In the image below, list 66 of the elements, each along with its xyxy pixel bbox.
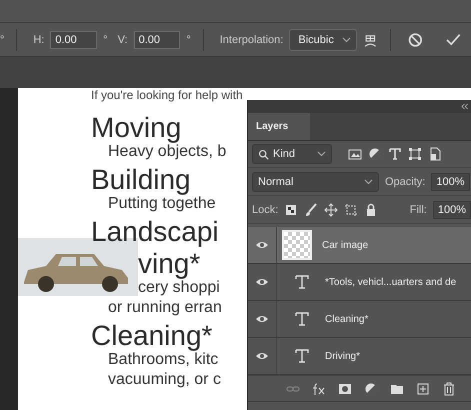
section-heading: Building: [91, 164, 191, 195]
fx-icon[interactable]: [312, 382, 326, 396]
filter-dropdown[interactable]: Kind: [252, 144, 332, 164]
section-text: Bathrooms, kitc: [108, 351, 218, 368]
section-text: vacuuming, or c: [108, 371, 221, 388]
section-text: cery shoppi: [138, 279, 220, 296]
search-icon[interactable]: [258, 148, 269, 160]
opacity-field[interactable]: 100%: [431, 172, 470, 191]
text-layer-icon: [295, 275, 309, 290]
collapse-icon[interactable]: [460, 102, 469, 111]
section-text: or running erran: [108, 299, 222, 316]
angle-field[interactable]: 0.00: [50, 30, 98, 48]
interpolation-dropdown[interactable]: Bicubic: [289, 28, 357, 50]
section-heading: Moving: [91, 112, 182, 143]
half-circle-icon[interactable]: [364, 382, 378, 396]
field-label: V:: [118, 34, 128, 46]
artboard-icon[interactable]: [344, 202, 358, 217]
section-text: Putting togethe: [108, 195, 216, 212]
degree-unit: °: [0, 34, 4, 46]
intro-text: If you're looking for help with: [91, 88, 244, 102]
checkerboard-icon[interactable]: [284, 202, 298, 217]
text-layer-icon: [295, 312, 309, 326]
checkmark-icon[interactable]: [446, 32, 461, 48]
section-heading: Cleaning*: [91, 320, 212, 351]
fill-field[interactable]: 100%: [432, 200, 471, 219]
eye-icon[interactable]: [255, 315, 269, 324]
chevron-down-icon: [342, 36, 351, 42]
cancel-icon[interactable]: [408, 32, 424, 48]
layer-name: Cleaning*: [325, 314, 368, 325]
transform-icon[interactable]: [408, 147, 422, 162]
mask-icon[interactable]: [338, 382, 352, 396]
section-heading: Landscapi: [91, 216, 219, 247]
layer-name: *Tools, vehicl...uarters and de: [325, 276, 456, 288]
layer-thumbnail: [282, 230, 312, 260]
trash-icon[interactable]: [442, 382, 456, 396]
angle-field[interactable]: 0.00: [134, 30, 180, 48]
lock-label: Lock:: [252, 204, 278, 216]
eye-icon[interactable]: [255, 352, 269, 360]
image-icon[interactable]: [348, 147, 362, 162]
new-layer-icon[interactable]: [416, 382, 430, 396]
interpolation-label: Interpolation:: [220, 34, 284, 46]
half-circle-icon[interactable]: [368, 147, 382, 162]
layers-tab[interactable]: Layers: [248, 112, 310, 140]
fill-label: Fill:: [410, 204, 427, 216]
field-label: H:: [33, 34, 44, 46]
chevron-down-icon: [364, 178, 373, 185]
layer-name: Driving*: [325, 350, 360, 362]
degree-unit: °: [103, 34, 108, 46]
move-icon[interactable]: [324, 202, 338, 217]
layer-name: Car image: [322, 240, 368, 251]
eye-icon[interactable]: [255, 278, 269, 286]
layer-row[interactable]: Driving*: [248, 338, 471, 376]
opacity-label: Opacity:: [385, 176, 426, 188]
degree-unit: °: [186, 34, 191, 46]
section-heading: ving*: [138, 248, 200, 279]
layer-row[interactable]: Cleaning*: [248, 301, 471, 338]
section-text: Heavy objects, b: [108, 143, 226, 160]
document-icon[interactable]: [428, 147, 442, 162]
text-layer-icon: [295, 349, 309, 364]
chevron-down-icon: [317, 151, 326, 158]
layer-row[interactable]: *Tools, vehicl...uarters and de: [248, 264, 471, 302]
blend-mode-dropdown[interactable]: Normal: [252, 172, 379, 192]
type-icon[interactable]: [388, 147, 402, 162]
brush-icon[interactable]: [304, 202, 318, 217]
layer-row[interactable]: Car image: [248, 227, 471, 264]
eye-icon[interactable]: [255, 241, 269, 250]
